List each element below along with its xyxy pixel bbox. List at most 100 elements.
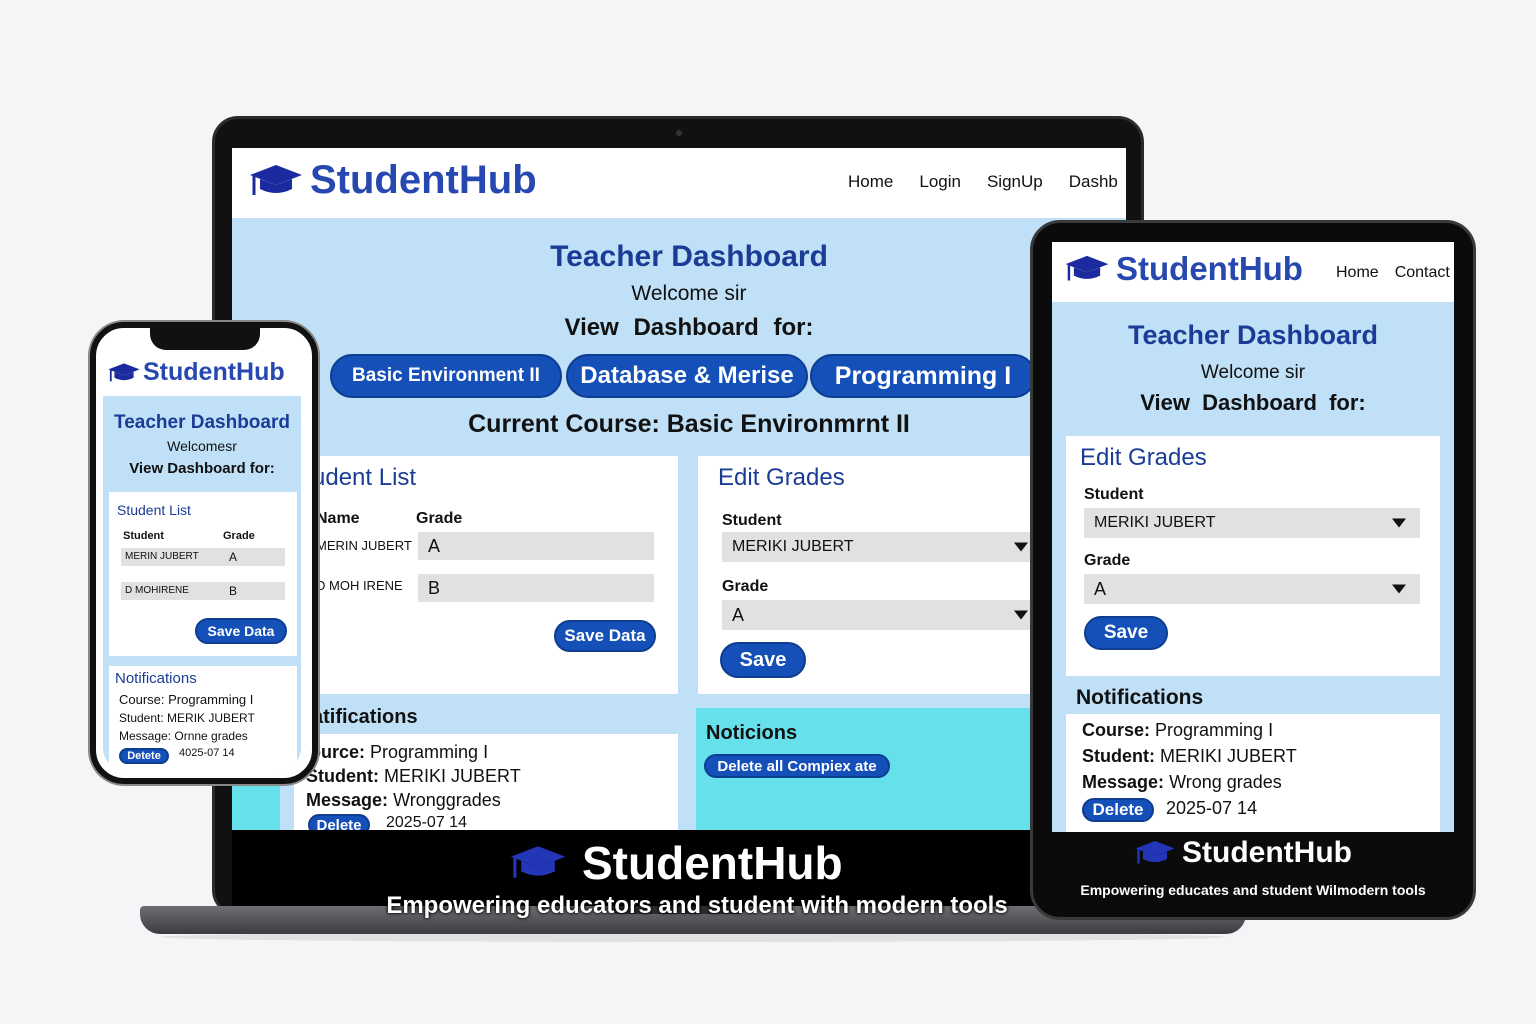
phone-header: StudentHub xyxy=(103,350,301,396)
delete-notification-button[interactable]: Detete xyxy=(119,748,169,764)
chevron-down-icon xyxy=(1392,584,1406,594)
grade-select[interactable]: A xyxy=(722,600,1032,630)
course-key: ource: xyxy=(310,742,366,762)
student-key: Student: xyxy=(306,766,379,786)
save-data-button[interactable]: Save Data xyxy=(554,620,656,652)
col-grade-header: Grade xyxy=(416,510,463,527)
page-title: Teacher Dashboard xyxy=(1127,320,1379,350)
notification-course: Course: Programming I xyxy=(119,692,254,707)
current-course: Current Course: Basic Environmrnt II xyxy=(468,410,910,438)
page-title: Teacher Dashboard xyxy=(550,240,828,273)
view-dashboard-label: View Dashboard for: xyxy=(129,460,275,477)
tablet-header: StudentHub Home Contact xyxy=(1052,242,1454,302)
message-value: Wrong grades xyxy=(1169,772,1282,792)
tablet-logo[interactable]: StudentHub xyxy=(1064,250,1303,288)
message-value: Wronggrades xyxy=(393,790,501,810)
tablet-brand-name: StudentHub xyxy=(1116,250,1303,287)
student-list-title: udent List xyxy=(312,464,417,491)
student-list-card: Student List Student Grade MERIN JUBERT … xyxy=(109,492,297,656)
footer-brand-name: StudentHub xyxy=(1182,836,1352,869)
student-name: D MOH IRENE xyxy=(316,578,403,593)
grade-select-value: A xyxy=(732,604,745,625)
table-row: D MOHIRENE B xyxy=(121,582,285,600)
notices-title: Noticions xyxy=(706,722,798,744)
phone-brand-name: StudentHub xyxy=(143,358,285,386)
notification-message: Message: Wrong grades xyxy=(1082,772,1282,793)
tablet-screen: StudentHub Home Contact Teacher Dashboar… xyxy=(1052,242,1454,832)
nav-home[interactable]: Home xyxy=(1336,264,1379,282)
notification-card: ource: Programming I Student: MERIKI JUB… xyxy=(294,734,678,830)
notification-card: Course: Programming I Student: MERIKI JU… xyxy=(1066,714,1440,832)
course-key: Course: xyxy=(1082,720,1151,740)
delete-notification-button[interactable]: Delete xyxy=(308,814,370,830)
student-select[interactable]: MERIKI JUBERT xyxy=(722,532,1032,562)
notifications-title: atifications xyxy=(312,706,418,728)
nav-home[interactable]: Home xyxy=(848,172,893,192)
phone-notch xyxy=(150,326,260,350)
student-value: MERIKI JUBERT xyxy=(384,766,521,786)
nav-dashboard[interactable]: Dashb xyxy=(1069,172,1118,192)
table-row: MERIN JUBERT A xyxy=(121,548,285,566)
grade-input[interactable]: A xyxy=(229,550,237,564)
graduation-cap-icon xyxy=(108,362,140,381)
notification-date: 2025-07 14 xyxy=(386,814,467,830)
notifications-title: Notifications xyxy=(115,670,197,687)
course-button-basic-environment[interactable]: Basic Environment II xyxy=(330,354,562,398)
delete-all-button[interactable]: Delete all Compiex ate xyxy=(704,754,890,778)
edit-grades-card: Edit Grades Student MERIKI JUBERT Grade … xyxy=(698,456,1068,694)
notification-message: Message: Ornne grades xyxy=(119,729,248,743)
message-key: Message: xyxy=(1082,772,1165,792)
notifications-title: Notifications xyxy=(1076,686,1204,709)
welcome-text: Welcome sir xyxy=(631,282,747,305)
notification-date: 4025-07 14 xyxy=(179,747,235,759)
save-data-button[interactable]: Save Data xyxy=(195,618,287,644)
view-dashboard-label: View Dashboard for: xyxy=(564,314,814,341)
delete-notification-button[interactable]: Delete xyxy=(1082,798,1154,822)
notification-card: Notifications Course: Programming I Stud… xyxy=(109,666,297,770)
grade-input[interactable]: B xyxy=(418,574,654,602)
save-grade-button[interactable]: Save xyxy=(720,642,806,678)
notification-date: 2025-07 14 xyxy=(1166,798,1258,818)
graduation-cap-icon xyxy=(1135,841,1175,864)
student-name: MERIN JUBERT xyxy=(316,538,412,553)
notification-student: Student: MERIK JUBERT xyxy=(119,711,255,725)
col-name-header: Student xyxy=(123,530,164,542)
welcome-text: Welcomesr xyxy=(167,438,237,454)
page-title: Teacher Dashboard xyxy=(114,412,290,433)
edit-grades-card: Edit Grades Student MERIKI JUBERT Grade … xyxy=(1066,436,1440,676)
footer-brand-name: StudentHub xyxy=(582,837,843,889)
graduation-cap-icon xyxy=(250,164,302,195)
welcome-text: Welcome sir xyxy=(1200,362,1306,383)
grade-select[interactable]: A xyxy=(1084,574,1420,604)
graduation-cap-icon xyxy=(1065,255,1109,281)
course-button-programming[interactable]: Programming I xyxy=(810,354,1036,398)
nav-signup[interactable]: SignUp xyxy=(987,172,1043,192)
phone-logo[interactable]: StudentHub xyxy=(107,358,285,387)
nav-login[interactable]: Login xyxy=(919,172,961,192)
laptop-header: StudentHub Home Login SignUp Dashb xyxy=(232,148,1126,218)
nav-contact[interactable]: Contact xyxy=(1395,264,1450,282)
save-grade-button[interactable]: Save xyxy=(1084,616,1168,650)
footer-tagline: Empowering educates and student Wilmoder… xyxy=(1080,882,1426,898)
student-value: MERIKI JUBERT xyxy=(1160,746,1297,766)
student-select[interactable]: MERIKI JUBERT xyxy=(1084,508,1420,538)
footer-logo: StudentHub xyxy=(508,836,843,890)
course-value: Programming I xyxy=(370,742,489,762)
edit-grades-title: Edit Grades xyxy=(718,464,845,491)
chevron-down-icon xyxy=(1392,518,1406,528)
grade-label: Grade xyxy=(1084,552,1131,569)
col-name-header: Name xyxy=(316,510,360,527)
notification-course: ource: Programming I xyxy=(310,742,488,763)
course-button-database[interactable]: Database & Merise xyxy=(566,354,808,398)
laptop-logo[interactable]: StudentHub xyxy=(248,158,537,203)
student-label: Student xyxy=(1084,486,1144,503)
student-key: Student: xyxy=(1082,746,1155,766)
grade-input[interactable]: B xyxy=(229,584,237,598)
grade-input[interactable]: A xyxy=(418,532,654,560)
laptop-nav: Home Login SignUp Dashb xyxy=(848,172,1118,192)
edit-grades-title: Edit Grades xyxy=(1080,444,1207,471)
grade-label: Grade xyxy=(722,578,769,595)
student-label: Student xyxy=(722,512,782,529)
tablet-nav: Home Contact xyxy=(1336,264,1450,282)
student-select-value: MERIKI JUBERT xyxy=(732,538,854,555)
